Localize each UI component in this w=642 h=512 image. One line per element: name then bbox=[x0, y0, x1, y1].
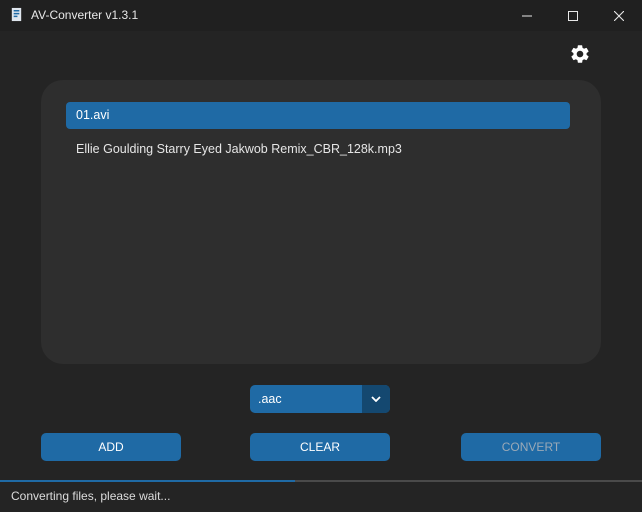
format-select[interactable]: .aac bbox=[250, 385, 390, 413]
maximize-icon bbox=[568, 10, 578, 21]
gear-icon bbox=[571, 45, 589, 63]
settings-button[interactable] bbox=[569, 43, 591, 65]
minimize-button[interactable] bbox=[504, 0, 550, 31]
chevron-down-icon bbox=[371, 396, 381, 402]
format-select-arrow[interactable] bbox=[362, 385, 390, 413]
file-list[interactable]: 01.avi Ellie Goulding Starry Eyed Jakwob… bbox=[41, 80, 601, 364]
app-logo-icon bbox=[11, 7, 22, 22]
file-list-item[interactable]: Ellie Goulding Starry Eyed Jakwob Remix_… bbox=[66, 136, 570, 163]
progress-bar-fill bbox=[0, 480, 296, 482]
progress-bar bbox=[0, 480, 642, 482]
file-list-item[interactable]: 01.avi bbox=[66, 102, 570, 129]
maximize-button[interactable] bbox=[550, 0, 596, 31]
title-bar: AV-Converter v1.3.1 bbox=[0, 0, 642, 31]
add-button[interactable]: ADD bbox=[41, 433, 181, 461]
minimize-icon bbox=[522, 15, 532, 16]
window-title: AV-Converter v1.3.1 bbox=[31, 8, 139, 22]
format-select-value: .aac bbox=[258, 392, 282, 406]
clear-button[interactable]: CLEAR bbox=[250, 433, 390, 461]
status-text: Converting files, please wait... bbox=[11, 489, 171, 503]
convert-button[interactable]: CONVERT bbox=[461, 433, 601, 461]
close-button[interactable] bbox=[596, 0, 642, 31]
close-icon bbox=[614, 10, 624, 21]
